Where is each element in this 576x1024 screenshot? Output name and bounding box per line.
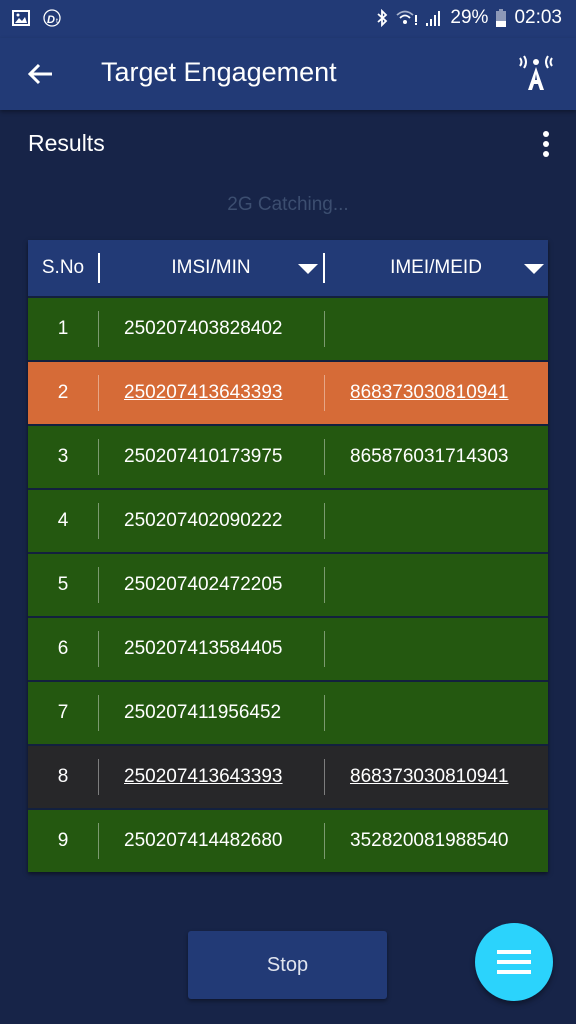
page-title: Target Engagement xyxy=(101,57,337,87)
column-divider xyxy=(98,503,99,539)
column-divider xyxy=(98,823,99,859)
table-row[interactable]: 6 250207413584405 xyxy=(28,616,548,680)
table-header: S.No IMSI/MIN IMEI/MEID xyxy=(28,240,548,296)
cell-imsi[interactable]: 250207413643393 xyxy=(98,766,324,788)
cell-imei[interactable]: 868373030810941 xyxy=(324,382,548,404)
column-divider xyxy=(98,311,99,347)
column-divider xyxy=(324,823,325,859)
cell-imsi[interactable]: 250207414482680 xyxy=(98,830,324,852)
signal-icon xyxy=(426,11,441,26)
menu-fab-button[interactable] xyxy=(475,923,553,1001)
column-divider xyxy=(324,375,325,411)
cell-imsi[interactable]: 250207403828402 xyxy=(98,318,324,340)
table-row[interactable]: 1 250207403828402 xyxy=(28,296,548,360)
cell-sno: 5 xyxy=(57,574,69,595)
battery-percent: 29% xyxy=(450,7,489,28)
cell-imei[interactable]: 865876031714303 xyxy=(324,446,548,468)
column-divider xyxy=(98,567,99,603)
cell-imei[interactable]: 352820081988540 xyxy=(324,830,548,852)
column-divider xyxy=(98,759,99,795)
battery-icon xyxy=(496,9,507,27)
app-bar: Target Engagement xyxy=(0,38,576,110)
cell-imsi[interactable]: 250207411956452 xyxy=(98,702,324,724)
cell-imsi[interactable]: 250207413584405 xyxy=(98,638,324,660)
cell-imsi[interactable]: 250207410173975 xyxy=(98,446,324,468)
column-divider xyxy=(324,311,325,347)
status-bar: Dt 29% 02:03 xyxy=(0,0,576,38)
table-row[interactable]: 8 250207413643393 868373030810941 xyxy=(28,744,548,808)
cell-sno: 2 xyxy=(57,382,69,403)
results-table: S.No IMSI/MIN IMEI/MEID 1 250207403828402… xyxy=(28,240,548,872)
wifi-icon xyxy=(396,10,418,25)
column-divider xyxy=(98,631,99,667)
table-row[interactable]: 4 250207402090222 xyxy=(28,488,548,552)
cell-sno: 9 xyxy=(57,830,69,851)
column-divider xyxy=(324,503,325,539)
section-title: Results xyxy=(28,130,105,156)
svg-text:t: t xyxy=(56,18,58,25)
more-options-icon[interactable] xyxy=(542,131,550,159)
header-imei[interactable]: IMEI/MEID xyxy=(324,257,548,279)
imsi-sort-dropdown-icon[interactable] xyxy=(298,264,318,274)
column-divider xyxy=(324,631,325,667)
arrow-left-icon[interactable] xyxy=(24,58,56,90)
cell-sno: 4 xyxy=(57,510,69,531)
header-imsi[interactable]: IMSI/MIN xyxy=(98,257,324,279)
cell-imsi[interactable]: 250207413643393 xyxy=(98,382,324,404)
column-divider xyxy=(324,759,325,795)
menu-icon xyxy=(497,950,531,974)
clock: 02:03 xyxy=(514,7,562,28)
table-row[interactable]: 7 250207411956452 xyxy=(28,680,548,744)
svg-text:D: D xyxy=(47,14,55,26)
table-row[interactable]: 5 250207402472205 xyxy=(28,552,548,616)
column-divider xyxy=(324,439,325,475)
cell-imsi[interactable]: 250207402090222 xyxy=(98,510,324,532)
cell-sno: 7 xyxy=(57,702,69,723)
antenna-tower-icon[interactable] xyxy=(516,54,556,94)
header-sno[interactable]: S.No xyxy=(28,257,98,279)
table-row[interactable]: 9 250207414482680 352820081988540 xyxy=(28,808,548,872)
gallery-icon xyxy=(12,10,30,26)
column-divider xyxy=(324,695,325,731)
cell-sno: 1 xyxy=(57,318,69,339)
column-divider xyxy=(98,695,99,731)
column-divider xyxy=(98,439,99,475)
cell-sno: 8 xyxy=(57,766,69,787)
catching-status: 2G Catching... xyxy=(227,194,349,215)
column-divider xyxy=(324,567,325,603)
table-body: 1 250207403828402 2 250207413643393 86837303… xyxy=(28,296,548,872)
bluetooth-icon xyxy=(377,9,388,27)
column-divider xyxy=(98,375,99,411)
cell-imsi[interactable]: 250207402472205 xyxy=(98,574,324,596)
table-row[interactable]: 2 250207413643393 868373030810941 xyxy=(28,360,548,424)
cell-sno: 3 xyxy=(57,446,69,467)
imei-sort-dropdown-icon[interactable] xyxy=(524,264,544,274)
cell-imei[interactable]: 868373030810941 xyxy=(324,766,548,788)
stop-button[interactable]: Stop xyxy=(188,931,387,999)
cell-sno: 6 xyxy=(57,638,69,659)
dt-app-icon: Dt xyxy=(43,9,61,27)
table-row[interactable]: 3 250207410173975 865876031714303 xyxy=(28,424,548,488)
